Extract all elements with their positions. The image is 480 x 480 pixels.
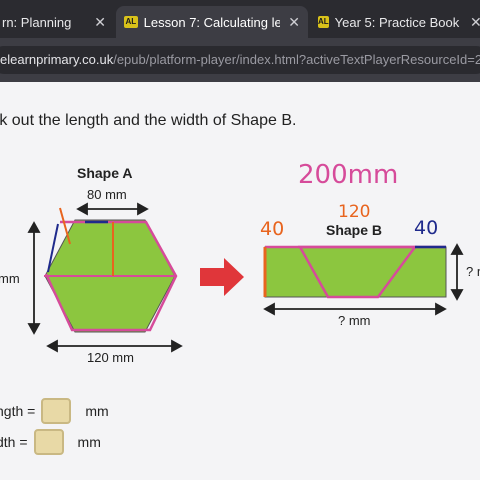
handwritten-total: 200mm <box>298 160 399 190</box>
answer-row-length: ngth = mm <box>0 398 109 424</box>
answer-unit: mm <box>85 403 109 419</box>
handwritten-left: 40 <box>260 218 285 240</box>
shape-a-top-dimension: 80 mm <box>87 187 127 202</box>
answer-label: dth = <box>0 434 28 450</box>
handwritten-right: 40 <box>414 217 439 239</box>
shape-b-side-dimension: ? m <box>466 264 480 279</box>
answer-input-width[interactable] <box>33 429 64 455</box>
shape-a-bottom-dimension: 120 mm <box>87 350 134 365</box>
shape-a-side-dimension: mm <box>0 271 20 286</box>
answer-label: ngth = <box>0 403 36 419</box>
shape-b-bottom-dimension: ? mm <box>338 313 371 328</box>
answer-unit: mm <box>77 434 101 450</box>
shape-b-title: Shape B <box>326 222 383 238</box>
red-arrow-icon <box>200 258 244 296</box>
answer-input-length[interactable] <box>41 398 72 424</box>
handwritten-middle: 120 <box>338 202 371 222</box>
answer-row-width: dth = mm <box>0 429 101 455</box>
shape-a-title: Shape A <box>77 165 133 181</box>
